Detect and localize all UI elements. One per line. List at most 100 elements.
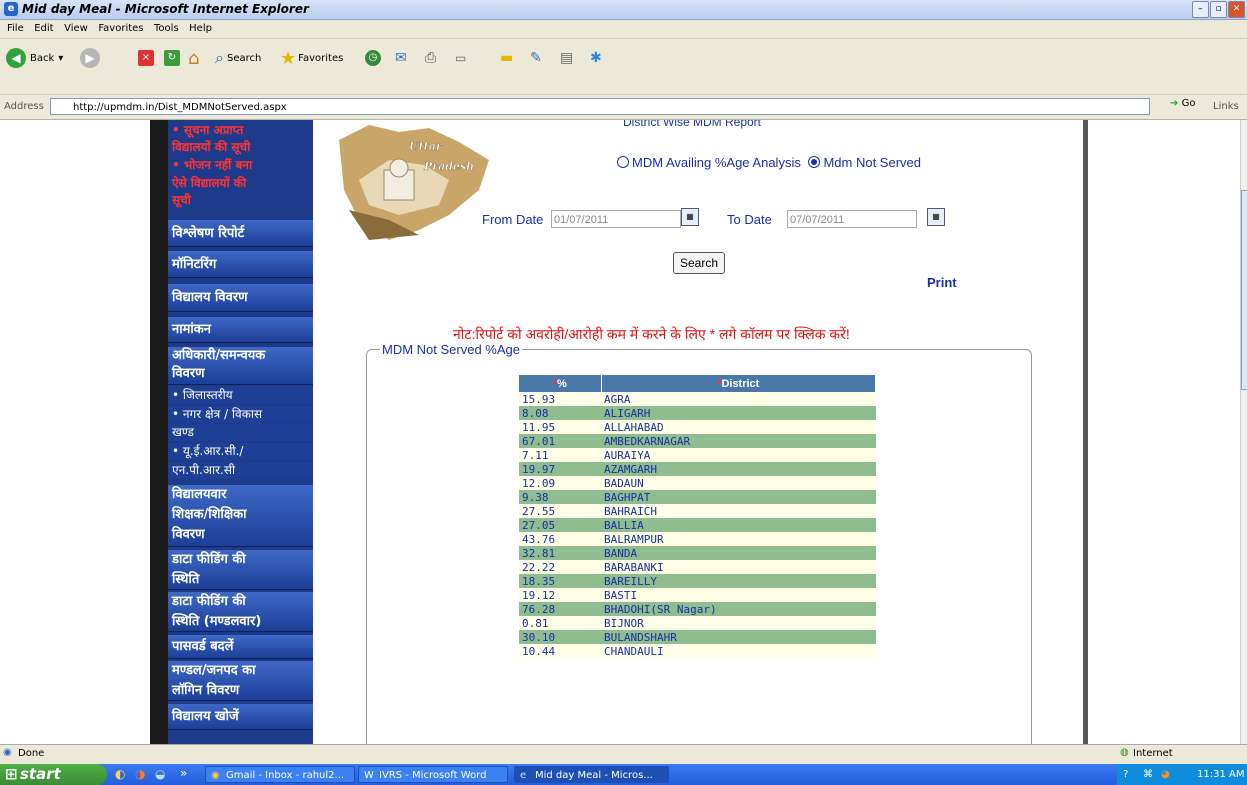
mail-button[interactable]: ✉ — [395, 45, 407, 71]
radio-on-icon — [808, 156, 821, 168]
home-button[interactable]: ⌂ — [188, 45, 199, 71]
pct-cell: 18.35 — [519, 574, 601, 588]
folder-icon: ▬ — [500, 50, 514, 66]
sidebar-sub-nprc-2[interactable]: एन.पी.आर.सी — [168, 462, 313, 479]
forward-button[interactable]: ▶ — [80, 45, 100, 71]
search-button[interactable]: ⌕ Search — [215, 45, 261, 71]
back-button[interactable]: ◀ Back ▾ — [6, 45, 63, 71]
printer-icon: ⎙ — [425, 50, 437, 66]
sidebar-item-analysis-report[interactable]: विश्लेषण रिपोर्ट — [168, 220, 313, 247]
calendar-icon[interactable]: ▦ — [681, 208, 699, 226]
sidebar-item-data-feeding-division[interactable]: डाटा फीडिंग की स्थिति (मण्डलवार) — [168, 592, 313, 632]
sidebar-sub-block[interactable]: • नगर क्षेत्र / विकास — [168, 406, 313, 423]
table-row: 15.93 AGRA — [519, 392, 876, 406]
search-report-button[interactable]: Search — [673, 252, 726, 274]
district-cell: AZAMGARH — [601, 462, 876, 476]
overflow-chevron-icon[interactable]: » — [180, 766, 187, 780]
task-ie[interactable]: e Mid day Meal - Micros... — [514, 766, 669, 783]
to-date-label: To Date — [727, 212, 772, 227]
discuss-button[interactable]: ▬ — [500, 45, 513, 71]
pct-cell: 22.22 — [519, 560, 601, 574]
window-title: Mid day Meal - Microsoft Internet Explor… — [22, 2, 309, 16]
pct-cell: 67.01 — [519, 434, 601, 448]
system-tray: ? ⌘ ◕ 11:31 AM — [1117, 764, 1247, 785]
sidebar-item-change-password[interactable]: पासवर्ड बदलें — [168, 635, 313, 659]
print-toolbar-button[interactable]: ⎙ — [425, 45, 436, 71]
go-arrow-icon: ➔ — [1170, 98, 1179, 109]
task-word[interactable]: W IVRS - Microsoft Word — [358, 766, 508, 783]
go-button[interactable]: ➔ Go — [1170, 98, 1195, 109]
sidebar-item-monitoring[interactable]: मॉनिटरिंग — [168, 251, 313, 278]
menu-edit[interactable]: Edit — [34, 23, 53, 34]
right-border — [1083, 120, 1088, 744]
maximize-button[interactable]: ▫ — [1210, 1, 1227, 18]
menu-tools[interactable]: Tools — [154, 23, 179, 34]
radio-mdm-availing[interactable]: MDM Availing %Age Analysis — [617, 155, 801, 170]
sidebar-item-teacher-details[interactable]: विद्यालयवार शिक्षक/शिक्षिका विवरण — [168, 485, 313, 547]
sidebar-sub-nprc[interactable]: • यू.ई.आर.सी./ — [168, 443, 313, 460]
ie-quicklaunch-icon[interactable]: ◒ — [155, 767, 165, 781]
url-input[interactable]: http://upmdm.in/Dist_MDMNotServed.aspx — [50, 98, 1150, 115]
table-row: 67.01 AMBEDKARNAGAR — [519, 434, 876, 448]
district-cell: BASTI — [601, 588, 876, 602]
district-cell: BAHRAICH — [601, 504, 876, 518]
edit-button[interactable]: ▭ — [455, 45, 466, 71]
sidebar-link-meal-not-cooked-2[interactable]: ऐसे विद्यालयों की — [168, 175, 313, 192]
stop-button[interactable]: × — [138, 45, 154, 71]
left-border — [150, 120, 168, 744]
start-button[interactable]: ⊞ start — [0, 764, 107, 785]
minimize-button[interactable]: – — [1192, 1, 1209, 18]
pct-cell: 32.81 — [519, 546, 601, 560]
history-button[interactable]: ◷ — [365, 45, 381, 71]
radio-mdm-not-served[interactable]: Mdm Not Served — [808, 155, 921, 170]
start-label: start — [20, 765, 61, 783]
sidebar-item-data-feeding-status[interactable]: डाटा फीडिंग की स्थिति — [168, 550, 313, 590]
ie-task-icon: e — [520, 770, 527, 781]
menu-favorites[interactable]: Favorites — [98, 23, 143, 34]
table-row: 19.97 AZAMGARH — [519, 462, 876, 476]
sidebar-link-meal-not-cooked-3[interactable]: सूची — [168, 192, 313, 209]
help-icon[interactable]: ? — [1123, 764, 1128, 785]
network-icon[interactable]: ⌘ — [1143, 764, 1153, 785]
menu-help[interactable]: Help — [189, 23, 212, 34]
favorites-label: Favorites — [298, 52, 344, 64]
logo-text-line1: Uttar — [409, 140, 443, 153]
sidebar-item-search-school[interactable]: विद्यालय खोजें — [168, 704, 313, 730]
sidebar-sub-district-level[interactable]: • जिलास्तरीय — [168, 387, 313, 404]
sidebar-item-officer-details[interactable]: अधिकारी/समन्वयक विवरण — [168, 347, 313, 385]
district-column-header[interactable]: *District — [601, 375, 876, 392]
task-gmail[interactable]: ◉ Gmail - Inbox - rahul2... — [205, 766, 355, 783]
links-button[interactable]: Links — [1213, 101, 1239, 112]
quicklaunch-icon[interactable]: ◐ — [115, 767, 125, 781]
to-date-input[interactable]: 07/07/2011 — [787, 210, 917, 228]
sidebar-sub-block-2[interactable]: खण्ड — [168, 424, 313, 441]
scrollbar-thumb[interactable] — [1241, 190, 1247, 390]
update-icon[interactable]: ◕ — [1161, 764, 1170, 785]
from-date-input[interactable]: 01/07/2011 — [551, 210, 681, 228]
sidebar-item-label: मण्डल/जनपद का — [172, 663, 256, 678]
sidebar-item-enrollment[interactable]: नामांकन — [168, 317, 313, 343]
main-content: Uttar Pradesh District Wise MDM Report M… — [313, 120, 1083, 744]
firefox-icon[interactable]: ◑ — [135, 767, 145, 781]
print-link[interactable]: Print — [927, 275, 957, 290]
butterfly-icon: ✱ — [590, 50, 602, 66]
page-scrollbar[interactable] — [1240, 120, 1247, 744]
menu-file[interactable]: File — [7, 23, 24, 34]
sidebar-item-school-details[interactable]: विद्यालय विवरण — [168, 284, 313, 312]
calendar-icon[interactable]: ▦ — [927, 208, 945, 226]
radio-label: MDM Availing %Age Analysis — [632, 155, 801, 170]
district-cell: AMBEDKARNAGAR — [601, 434, 876, 448]
sidebar-link-info-not-received-2[interactable]: विद्यालयों की सूची — [168, 139, 313, 156]
clock: 11:31 AM — [1197, 769, 1245, 780]
menu-view[interactable]: View — [64, 23, 88, 34]
pct-column-header[interactable]: *% — [519, 375, 602, 392]
sidebar-link-info-not-received[interactable]: • सूचना अप्राप्त — [168, 122, 313, 139]
sidebar-link-meal-not-cooked[interactable]: • भोजन नहीं बना — [168, 157, 313, 174]
close-button[interactable]: ✕ — [1228, 1, 1245, 18]
msn-button[interactable]: ✱ — [590, 45, 602, 71]
sidebar-item-login-details[interactable]: मण्डल/जनपद का लॉगिन विवरण — [168, 661, 313, 701]
favorites-button[interactable]: ★ Favorites — [280, 45, 343, 71]
refresh-button[interactable]: ↻ — [164, 45, 180, 71]
research-button[interactable]: ▤ — [560, 45, 573, 71]
messenger-button[interactable]: ✎ — [530, 45, 542, 71]
